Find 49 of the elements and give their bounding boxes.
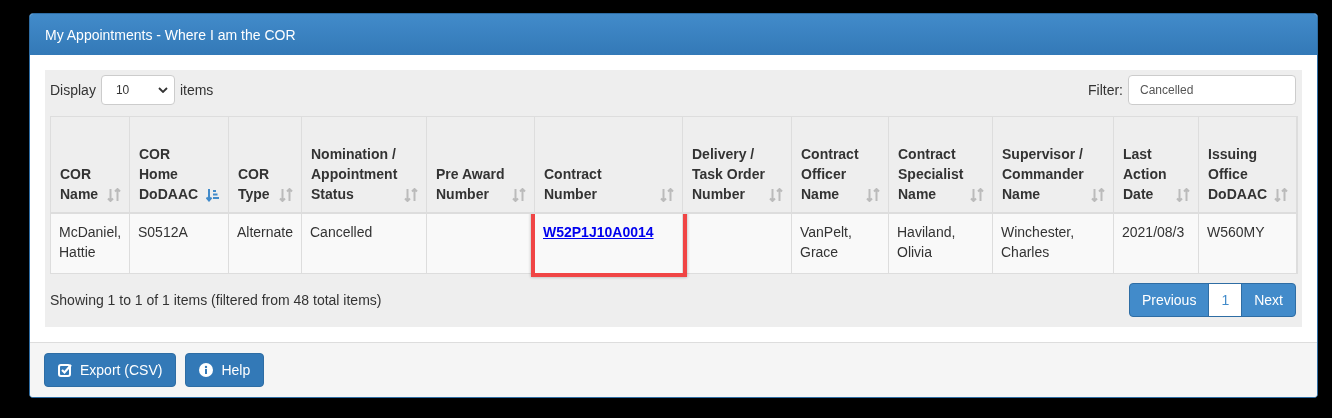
sort-icon[interactable] [107, 188, 121, 202]
contract-link[interactable]: W52P1J10A0014 [543, 224, 654, 240]
column-header[interactable]: COR Name [51, 117, 130, 214]
summary-text: Showing 1 to 1 of 1 items (filtered from 48 total items) [50, 292, 382, 308]
sort-icon[interactable] [866, 188, 880, 202]
column-header[interactable]: Delivery / Task Order Number [683, 117, 792, 214]
pagination-button[interactable]: Previous [1128, 283, 1210, 317]
column-header[interactable]: Contract Officer Name [792, 117, 889, 214]
panel-title: My Appointments - Where I am the COR [30, 14, 1317, 55]
checkbox-icon [58, 363, 72, 377]
filter-field[interactable]: Cancelled [1128, 75, 1296, 105]
table-cell: Winchester, Charles [993, 214, 1114, 273]
export-button[interactable]: Export (CSV) [44, 353, 177, 387]
sort-icon[interactable] [970, 188, 984, 202]
table-cell: Haviland, Olivia [889, 214, 993, 273]
column-header[interactable]: COR Home DoDAAC [130, 117, 229, 214]
help-button[interactable]: Help [185, 353, 265, 387]
page-size-select[interactable]: 10 [100, 75, 175, 105]
column-header[interactable]: Contract Specialist Name [889, 117, 993, 214]
table-cell: McDaniel, Hattie [51, 214, 130, 273]
column-header[interactable]: COR Type [229, 117, 302, 214]
column-header[interactable]: Nomination / Appointment Status [302, 117, 427, 214]
sort-icon[interactable] [1274, 188, 1288, 202]
table-cell: Cancelled [302, 214, 427, 273]
sort-ascending-icon[interactable] [206, 188, 220, 202]
table-cell: Alternate [229, 214, 302, 273]
column-header[interactable]: Last Action Date [1114, 117, 1199, 214]
column-header[interactable]: Pre Award Number [427, 117, 535, 214]
display-label: Display [50, 82, 96, 98]
sort-icon[interactable] [1091, 188, 1105, 202]
sort-icon[interactable] [512, 188, 526, 202]
column-header[interactable]: Issuing Office DoDAAC [1199, 117, 1297, 214]
sort-icon[interactable] [404, 188, 418, 202]
column-header[interactable]: Contract Number [535, 117, 683, 214]
table-cell: W560MY [1199, 214, 1297, 273]
sort-icon[interactable] [1176, 188, 1190, 202]
pagination-button[interactable]: 1 [1208, 283, 1243, 317]
items-label: items [179, 82, 214, 98]
table-cell: S0512A [130, 214, 229, 273]
filter-label: Filter: [1088, 82, 1123, 98]
info-icon [199, 363, 214, 377]
column-header[interactable]: Supervisor / Commander Name [993, 117, 1114, 214]
sort-icon[interactable] [279, 188, 293, 202]
sort-icon[interactable] [660, 188, 674, 202]
table-cell: VanPelt, Grace [792, 214, 889, 273]
table-cell: 2021/08/3 [1114, 214, 1199, 273]
sort-icon[interactable] [769, 188, 783, 202]
pagination-button[interactable]: Next [1241, 283, 1296, 317]
chevron-down-icon [157, 87, 168, 93]
